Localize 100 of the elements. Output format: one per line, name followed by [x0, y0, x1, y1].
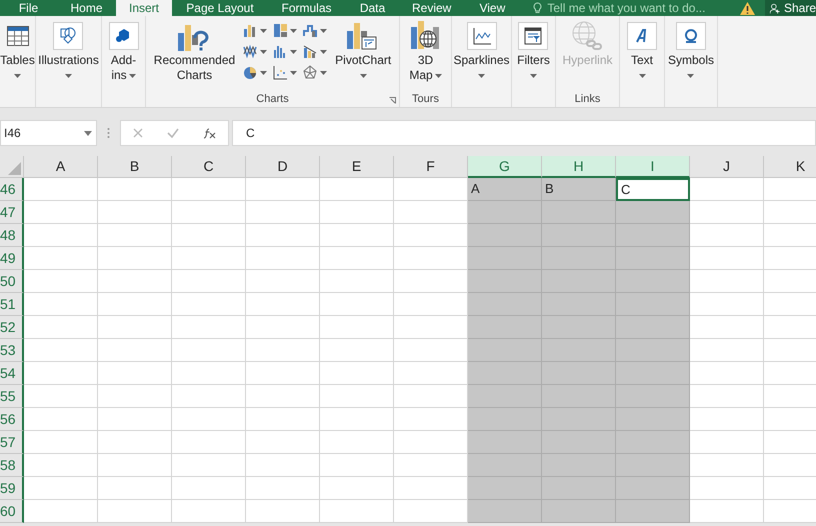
selected-cell[interactable] — [468, 477, 542, 500]
cell[interactable] — [172, 224, 246, 247]
menu-tab[interactable]: View — [463, 0, 522, 16]
column-header[interactable]: D — [246, 156, 320, 178]
cell[interactable] — [320, 201, 394, 224]
cell[interactable] — [394, 224, 468, 247]
cell[interactable] — [246, 224, 320, 247]
cell[interactable] — [394, 477, 468, 500]
selected-cell[interactable] — [468, 224, 542, 247]
selected-cell[interactable] — [468, 500, 542, 523]
chart-type-button[interactable] — [273, 44, 298, 59]
cell[interactable] — [320, 500, 394, 523]
cell[interactable] — [246, 178, 320, 201]
selected-cell[interactable] — [616, 362, 690, 385]
cell[interactable] — [690, 178, 764, 201]
selected-cell[interactable] — [468, 454, 542, 477]
ribbon-button[interactable]: Symbols — [666, 20, 716, 83]
column-header[interactable]: E — [320, 156, 394, 178]
cell[interactable] — [24, 316, 98, 339]
selected-cell[interactable] — [616, 408, 690, 431]
selected-cell[interactable] — [468, 431, 542, 454]
cell[interactable] — [394, 316, 468, 339]
cell[interactable] — [320, 178, 394, 201]
cell[interactable] — [690, 385, 764, 408]
cell[interactable] — [24, 362, 98, 385]
cell[interactable] — [320, 477, 394, 500]
selected-cell[interactable] — [616, 431, 690, 454]
cell[interactable] — [394, 247, 468, 270]
cell[interactable] — [24, 247, 98, 270]
row-header[interactable]: 55 — [0, 385, 24, 408]
chart-type-button[interactable] — [243, 65, 268, 80]
chart-type-button[interactable] — [303, 23, 328, 38]
menu-tab[interactable]: File — [0, 0, 57, 16]
selected-cell[interactable] — [616, 454, 690, 477]
cell[interactable] — [98, 477, 172, 500]
selected-cell[interactable] — [542, 270, 616, 293]
cell[interactable] — [320, 431, 394, 454]
cell[interactable] — [24, 408, 98, 431]
cell[interactable] — [172, 362, 246, 385]
cell[interactable] — [246, 477, 320, 500]
cell[interactable] — [394, 270, 468, 293]
column-header[interactable]: G — [468, 156, 542, 178]
cell[interactable] — [394, 293, 468, 316]
cell[interactable] — [24, 178, 98, 201]
cell[interactable] — [690, 362, 764, 385]
cell[interactable] — [690, 316, 764, 339]
cell[interactable] — [24, 201, 98, 224]
cell[interactable] — [172, 385, 246, 408]
row-header[interactable]: 60 — [0, 500, 24, 523]
cell[interactable] — [24, 270, 98, 293]
cell[interactable] — [690, 431, 764, 454]
checkmark-icon[interactable] — [167, 128, 179, 138]
cell[interactable] — [394, 454, 468, 477]
selected-cell[interactable] — [468, 316, 542, 339]
row-header[interactable]: 58 — [0, 454, 24, 477]
cell[interactable] — [172, 316, 246, 339]
column-header[interactable]: H — [542, 156, 616, 178]
cell[interactable] — [320, 247, 394, 270]
warning-icon[interactable] — [740, 2, 755, 14]
selected-cell[interactable]: B — [542, 178, 616, 201]
cell[interactable] — [98, 362, 172, 385]
cell[interactable] — [394, 362, 468, 385]
cell[interactable] — [690, 500, 764, 523]
cell[interactable] — [690, 408, 764, 431]
row-header[interactable]: 52 — [0, 316, 24, 339]
cell[interactable] — [320, 362, 394, 385]
column-header[interactable]: C — [172, 156, 246, 178]
selected-cell[interactable] — [468, 270, 542, 293]
ribbon-button[interactable]: PivotChart — [333, 20, 394, 83]
selected-cell[interactable] — [616, 385, 690, 408]
ribbon-button[interactable]: Recommended Charts — [152, 20, 238, 83]
chart-type-button[interactable] — [303, 44, 328, 59]
selected-cell[interactable] — [542, 362, 616, 385]
selected-cell[interactable] — [542, 454, 616, 477]
selected-cell[interactable] — [616, 339, 690, 362]
cell[interactable] — [320, 454, 394, 477]
selected-cell[interactable] — [542, 431, 616, 454]
menu-tab[interactable]: Data — [345, 0, 400, 16]
selected-cell[interactable] — [468, 408, 542, 431]
selected-cell[interactable] — [542, 316, 616, 339]
selected-cell[interactable] — [468, 201, 542, 224]
cell[interactable] — [98, 224, 172, 247]
cell[interactable] — [172, 270, 246, 293]
selected-cell[interactable] — [468, 362, 542, 385]
selected-cell[interactable] — [468, 247, 542, 270]
ribbon-button[interactable]: Tables — [0, 20, 37, 83]
column-header[interactable]: B — [98, 156, 172, 178]
cell[interactable] — [98, 339, 172, 362]
cell[interactable] — [172, 178, 246, 201]
cell[interactable] — [394, 385, 468, 408]
cancel-icon[interactable] — [133, 128, 143, 138]
selected-cell[interactable] — [542, 477, 616, 500]
cell[interactable] — [394, 500, 468, 523]
cell[interactable] — [246, 431, 320, 454]
selected-cell[interactable] — [542, 247, 616, 270]
row-header[interactable]: 59 — [0, 477, 24, 500]
cell[interactable] — [172, 247, 246, 270]
cell[interactable] — [24, 339, 98, 362]
cell[interactable] — [24, 224, 98, 247]
cell[interactable] — [172, 477, 246, 500]
